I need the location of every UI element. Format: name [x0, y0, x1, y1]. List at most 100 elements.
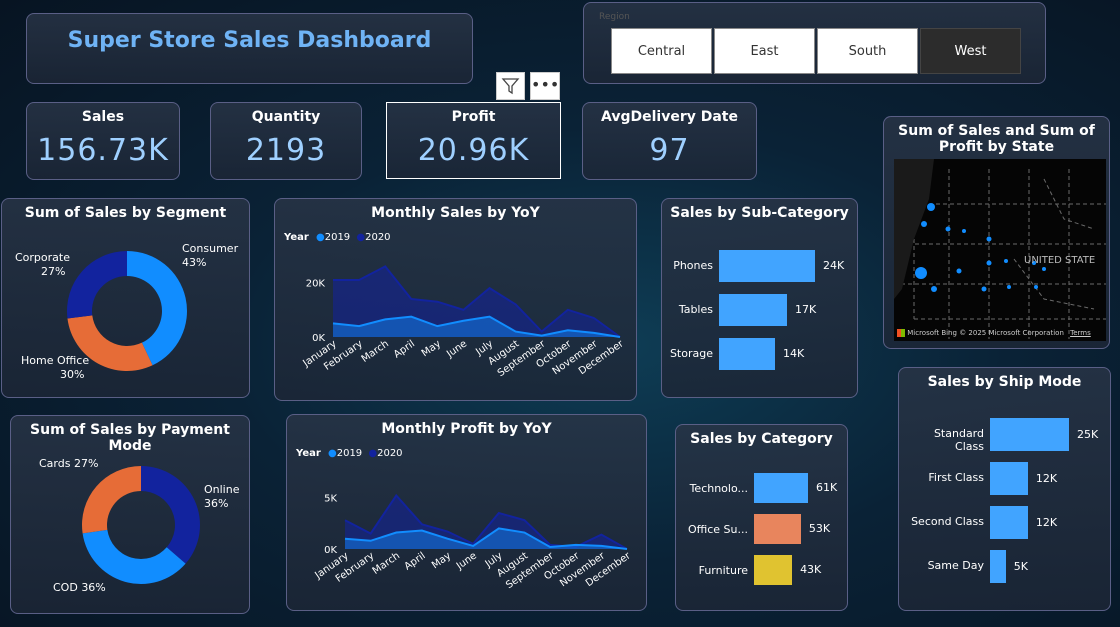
map-canvas: UNITED STATE — [894, 159, 1106, 339]
payment-slice-cod — [82, 529, 186, 584]
subcategory-title: Sales by Sub-Category — [670, 205, 849, 221]
bar-value-label: 43K — [800, 563, 822, 576]
payment-slice-online — [141, 466, 200, 564]
map-state-bubble — [1042, 267, 1046, 271]
kpi-avg-delivery-value: 97 — [649, 133, 690, 168]
kpi-profit-value: 20.96K — [417, 133, 530, 168]
bar-label: Phones — [673, 259, 713, 272]
monthly-profit-ytick: 0K — [324, 545, 337, 556]
subcategory-chart: Sales by Sub-Category Phones 24K Tables 17K… — [661, 198, 858, 398]
category-title: Sales by Category — [690, 431, 833, 447]
map-attribution-text: Microsoft Bing — [907, 329, 957, 337]
more-options-button[interactable]: ••• — [530, 72, 560, 100]
filter-button[interactable] — [496, 72, 525, 100]
bar-second-class[interactable] — [990, 506, 1028, 539]
map-country-label: UNITED STATE — [1024, 255, 1095, 266]
bar-value-label: 53K — [808, 522, 831, 535]
kpi-avg-delivery-label: AvgDelivery Date — [601, 109, 738, 125]
region-option-south[interactable]: South — [817, 28, 918, 74]
bar-value-label: 12K — [1035, 515, 1058, 529]
bar-label: Office Su... — [687, 523, 748, 536]
bar-value-label: 12K — [1035, 471, 1058, 485]
map-state-bubble — [962, 229, 966, 233]
payment-label-online-pct: 36% — [204, 497, 229, 510]
bar-value-label: 14K — [783, 347, 805, 360]
map-state-bubble — [1007, 285, 1011, 289]
monthly-profit-xtick-june: June — [454, 550, 479, 572]
map-state-bubble — [986, 260, 992, 266]
map-state-bubble — [927, 203, 935, 211]
monthly-sales-ytick: 0K — [312, 333, 325, 344]
monthly-sales-plot[interactable]: 0K20KJanuaryFebruaryMarch April May June Jul… — [275, 199, 638, 402]
bar-first-class[interactable] — [990, 462, 1028, 495]
bar-label: Tables — [678, 303, 713, 316]
kpi-quantity-value: 2193 — [245, 133, 327, 168]
monthly-profit-chart: Monthly Profit by YoY Year ●2019 ●2020 0… — [286, 414, 647, 611]
region-option-west[interactable]: West — [920, 28, 1021, 74]
segment-label-consumer-pct: 43% — [182, 256, 207, 269]
bar-tables[interactable] — [719, 294, 787, 326]
payment-donut[interactable] — [11, 416, 251, 615]
map-state-bubble — [1004, 259, 1008, 263]
monthly-profit-xtick-april: April — [403, 550, 428, 572]
segment-label-corporate-pct: 27% — [41, 265, 66, 278]
bar-storage[interactable] — [719, 338, 775, 370]
monthly-profit-xtick-may: May — [430, 550, 453, 571]
bar-label: Technolo... — [689, 482, 748, 495]
kpi-avg-delivery: AvgDelivery Date 97 — [582, 102, 757, 180]
payment-label-online: Online 36% — [204, 483, 239, 511]
state-map[interactable]: UNITED STATE Microsoft Bing © 2025 Micro… — [894, 159, 1106, 341]
kpi-sales-label: Sales — [81, 109, 125, 125]
bar-value-label: 17K — [795, 303, 817, 316]
bar-same-day[interactable] — [990, 550, 1006, 583]
map-state-bubble — [956, 268, 962, 274]
kpi-profit[interactable]: Profit 20.96K — [386, 102, 561, 179]
segment-slice-corporate — [67, 251, 127, 319]
bar-office-su-[interactable] — [754, 514, 801, 544]
region-option-central[interactable]: Central — [611, 28, 712, 74]
more-options-icon: ••• — [531, 75, 560, 94]
shipmode-chart: Sales by Ship Mode Standard Class 25K Firs… — [898, 367, 1111, 611]
filter-icon — [501, 78, 520, 95]
segment-label-corporate-name: Corporate — [15, 251, 70, 264]
payment-label-online-name: Online — [204, 483, 240, 496]
segment-label-consumer-name: Consumer — [182, 242, 239, 255]
bar-furniture[interactable] — [754, 555, 793, 585]
region-slicer-label: Region — [599, 12, 630, 22]
map-state-bubble — [915, 267, 927, 279]
bar-value-label: 5K — [1013, 559, 1029, 573]
segment-label-home-office: Home Office 30% — [21, 354, 89, 382]
bar-phones[interactable] — [719, 250, 815, 282]
map-state-bubble — [921, 221, 927, 227]
monthly-profit-xtick-march: March — [371, 550, 402, 576]
kpi-profit-label: Profit — [451, 109, 496, 125]
bar-label: Storage — [669, 347, 713, 360]
bar-standard-class[interactable] — [990, 418, 1069, 451]
bar-value-label: 61K — [816, 481, 838, 494]
map-state-bubble — [945, 226, 951, 232]
monthly-sales-xtick-may: May — [420, 338, 443, 359]
monthly-profit-plot[interactable]: 0K5KJanuaryFebruaryMarch April May June July… — [287, 415, 648, 612]
category-chart: Sales by Category Technolo... 61K Office S… — [675, 424, 848, 611]
monthly-sales-chart: Monthly Sales by YoY Year ●2019 ●2020 0K… — [274, 198, 637, 401]
state-map-title: Sum of Sales and Sum of Profit by State — [898, 123, 1095, 155]
region-option-east[interactable]: East — [714, 28, 815, 74]
bar-label: Second Class — [911, 515, 984, 528]
payment-slice-cards — [82, 466, 141, 534]
map-state-bubble — [931, 286, 937, 292]
bar-label: Furniture — [698, 564, 748, 577]
monthly-sales-xtick-march: March — [360, 338, 391, 364]
bar-value-label: 24K — [823, 259, 845, 272]
map-copyright: © 2025 Microsoft Corporation — [959, 329, 1064, 337]
bar-label: First Class — [928, 471, 984, 484]
monthly-sales-ytick: 20K — [306, 279, 326, 290]
bar-technolo-[interactable] — [754, 473, 808, 503]
map-terms-link[interactable]: Terms — [1070, 329, 1091, 337]
monthly-profit-ytick: 5K — [324, 494, 337, 505]
payment-label-cards-name: Cards — [39, 457, 71, 470]
dashboard-title: Super Store Sales Dashboard — [67, 28, 432, 53]
microsoft-logo-icon — [897, 329, 905, 337]
kpi-sales-value: 156.73K — [37, 133, 169, 168]
map-state-bubble — [1034, 285, 1038, 289]
payment-chart: Sum of Sales by Payment Mode Online 36% … — [10, 415, 250, 614]
